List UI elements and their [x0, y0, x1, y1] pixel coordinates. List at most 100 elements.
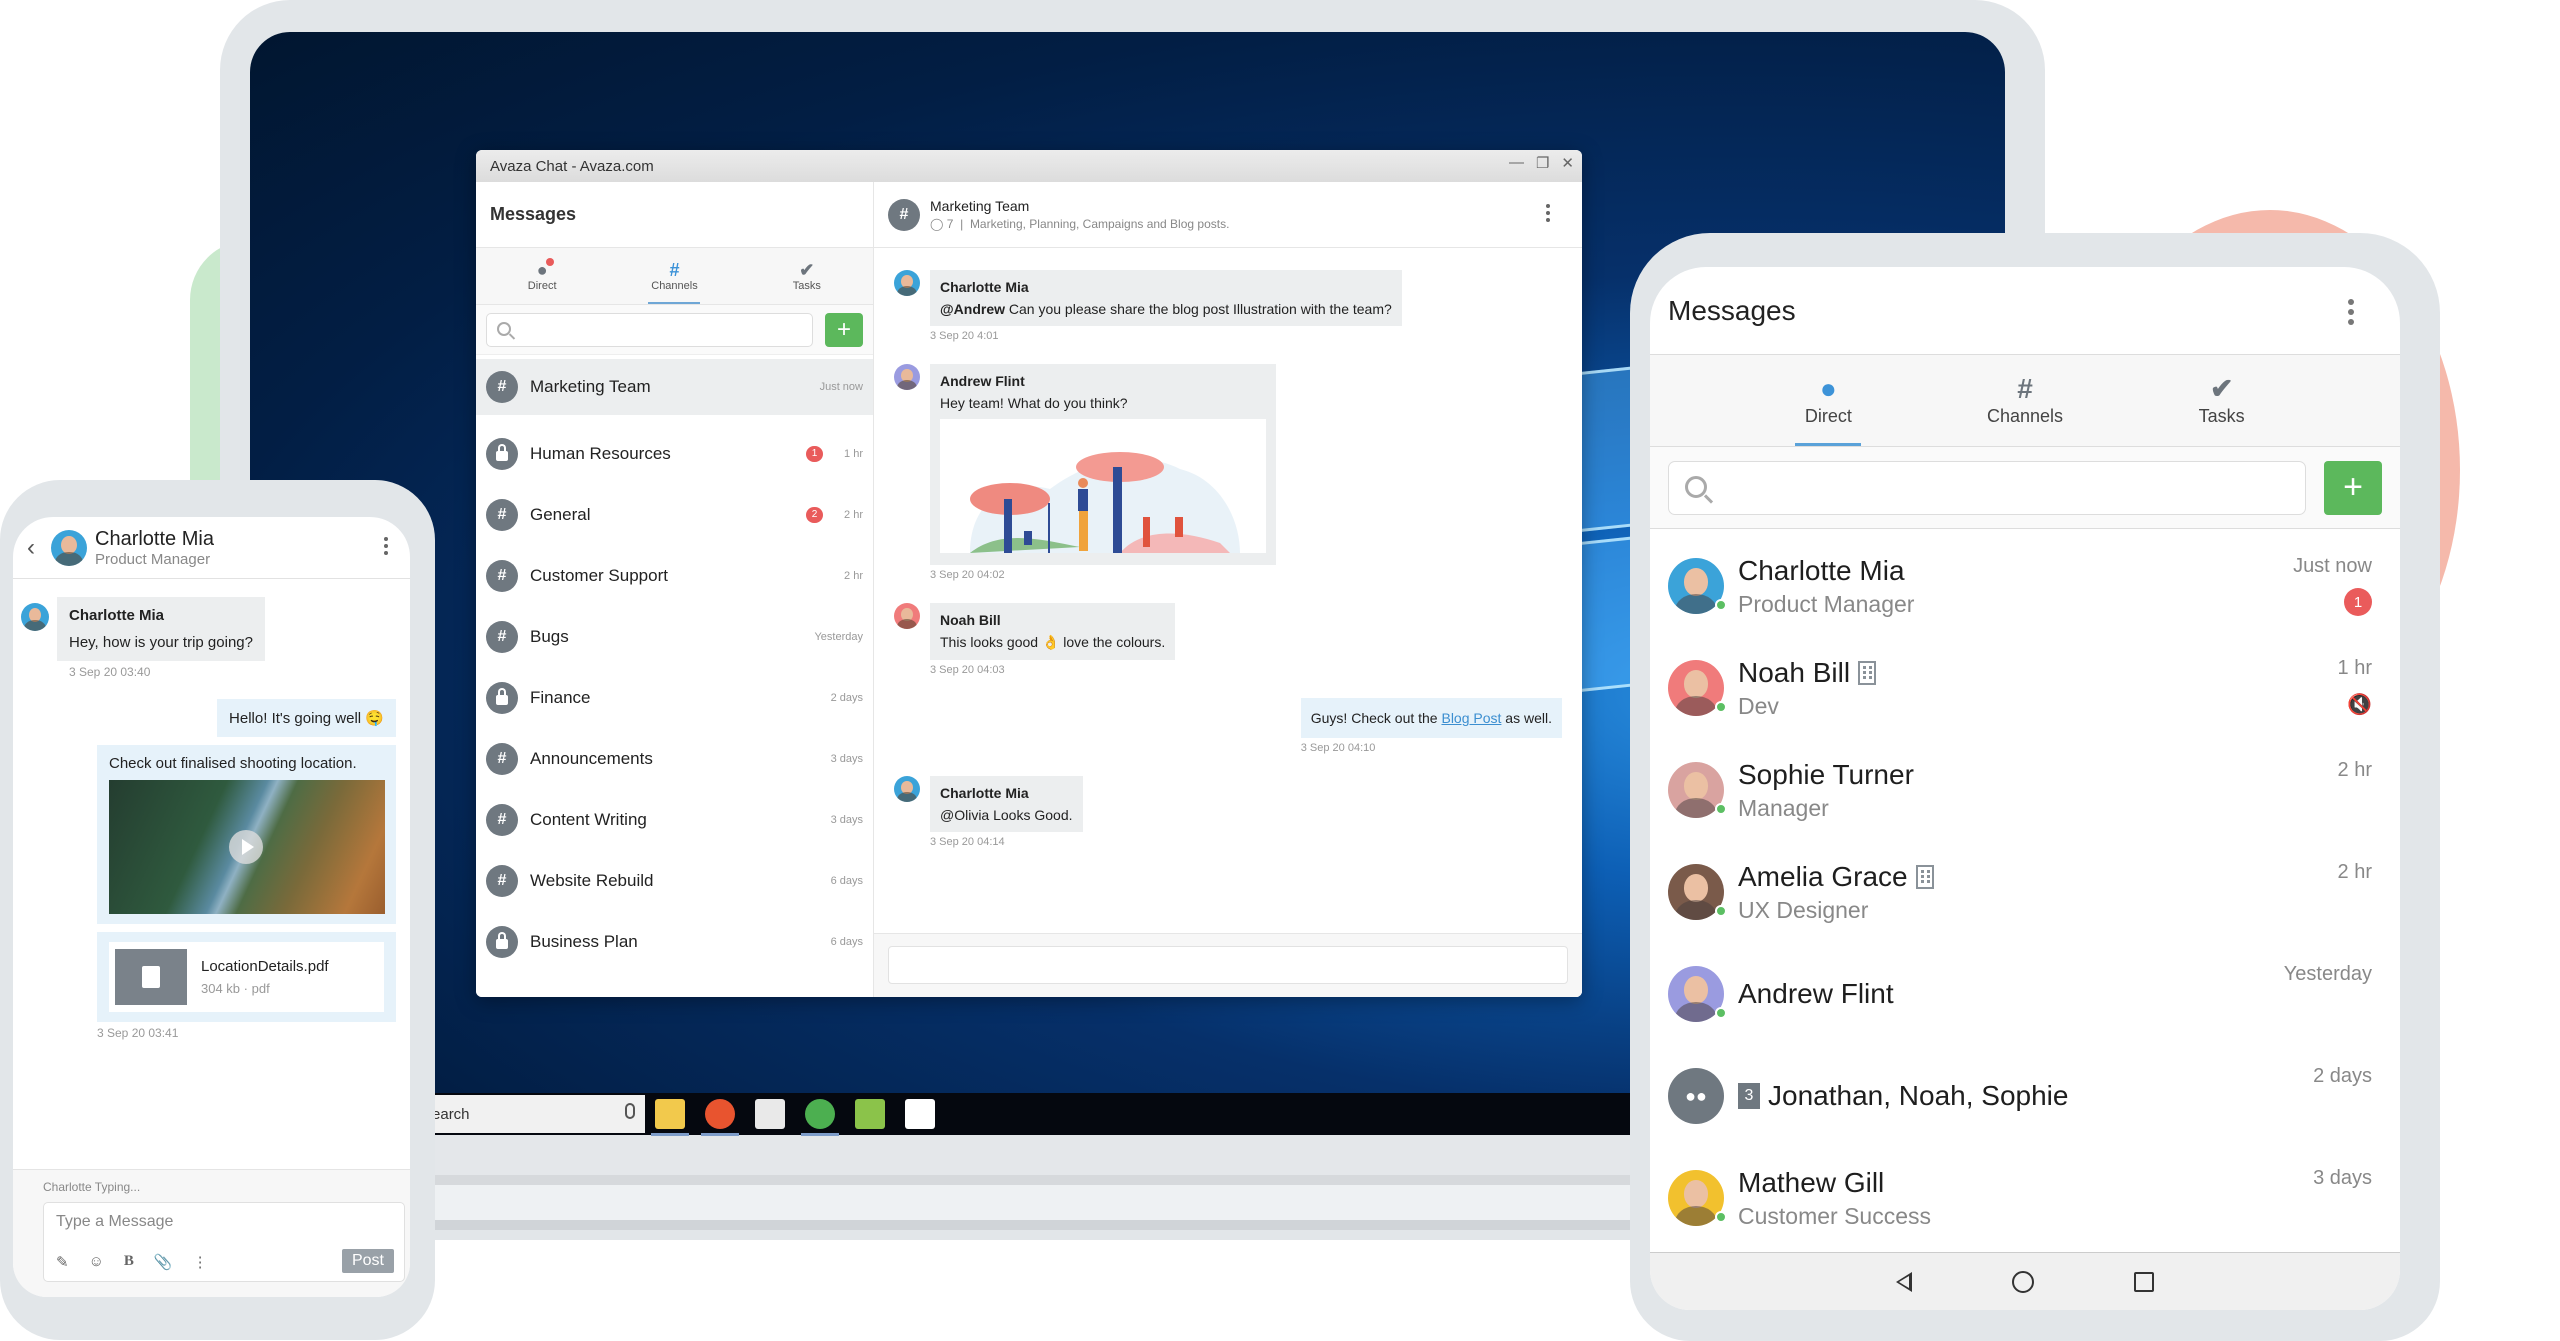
- avatar: [1668, 1170, 1727, 1226]
- group-icon: ●●: [1668, 1068, 1724, 1124]
- contact-item[interactable]: Charlotte Mia Product Manager Just now 1: [1650, 535, 2400, 637]
- avatar: [1668, 864, 1727, 920]
- contact-time: Just now: [2293, 555, 2372, 577]
- more-options-icon[interactable]: [1546, 204, 1550, 225]
- microphone-icon[interactable]: [625, 1103, 635, 1119]
- channel-item[interactable]: # Content Writing 3 days: [476, 789, 873, 850]
- check-circle-icon: ✔: [799, 260, 815, 280]
- calculator-icon[interactable]: [755, 1099, 785, 1129]
- window-title: Avaza Chat - Avaza.com: [490, 157, 654, 175]
- add-channel-button[interactable]: +: [825, 312, 863, 347]
- channel-item[interactable]: Business Plan 6 days: [476, 911, 873, 972]
- message-text: Hello! It's going well: [229, 710, 362, 727]
- tab-channels[interactable]: # Channels: [1927, 355, 2124, 446]
- tab-channels[interactable]: # Channels: [608, 248, 740, 304]
- channel-item[interactable]: # Customer Support 2 hr: [476, 545, 873, 606]
- contact-search-input[interactable]: [1668, 460, 2306, 515]
- contact-item[interactable]: Mathew Gill Customer Success 3 days: [1650, 1147, 2400, 1249]
- channel-search-input[interactable]: [486, 312, 813, 347]
- more-icon[interactable]: ⋮: [193, 1253, 208, 1271]
- minimize-icon[interactable]: —: [1509, 154, 1524, 172]
- message: Charlotte Mia @Olivia Looks Good. 3 Sep …: [894, 776, 1562, 848]
- more-options-icon[interactable]: [2348, 299, 2354, 329]
- message-body: Can you please share the blog post Illus…: [1005, 301, 1392, 317]
- message-author: Andrew Flint: [940, 373, 1025, 389]
- file-card[interactable]: LocationDetails.pdf 304 kb · pdf: [109, 942, 384, 1012]
- channel-description: Marketing, Planning, Campaigns and Blog …: [969, 217, 1230, 231]
- hash-icon: #: [486, 742, 518, 775]
- bold-icon[interactable]: B: [124, 1253, 134, 1271]
- hash-icon: #: [486, 559, 518, 592]
- channel-item[interactable]: # Bugs Yesterday: [476, 606, 873, 667]
- contact-item[interactable]: Sophie Turner Manager 2 hr: [1650, 739, 2400, 841]
- sidebar-tabs: ● Direct # Channels ✔ Tasks: [476, 248, 873, 305]
- contact-time: 3 days: [2313, 1167, 2372, 1189]
- notepad-icon[interactable]: [855, 1099, 885, 1129]
- back-icon[interactable]: ‹: [27, 534, 43, 562]
- channel-item[interactable]: # Announcements 3 days: [476, 728, 873, 789]
- contact-item[interactable]: Noah Bill Dev 1 hr 🔇: [1650, 637, 2400, 739]
- contact-role: Manager: [1738, 794, 1829, 821]
- channel-item[interactable]: Finance 2 days: [476, 667, 873, 728]
- member-count: 7: [946, 217, 954, 231]
- channel-item[interactable]: # Marketing Team Just now: [476, 359, 873, 415]
- contact-item[interactable]: Andrew Flint Yesterday: [1650, 943, 2400, 1045]
- avatar: [894, 776, 920, 802]
- message-body: This looks good: [940, 634, 1042, 650]
- contact-item[interactable]: Amelia Grace UX Designer 2 hr: [1650, 841, 2400, 943]
- users-icon: ●: [537, 258, 554, 280]
- evernote-icon[interactable]: [905, 1099, 935, 1129]
- taskbar-search[interactable]: Search: [420, 1095, 645, 1133]
- user-icon: ●: [1819, 373, 1837, 404]
- tab-direct[interactable]: ● Direct: [1730, 355, 1927, 446]
- unread-badge: 1: [806, 445, 823, 462]
- park-illustration: [970, 452, 1240, 553]
- channel-time: 6 days: [830, 935, 863, 948]
- tab-tasks[interactable]: ✔ Tasks: [741, 248, 873, 304]
- channel-time: 3 days: [830, 813, 863, 826]
- contact-role: Product Manager: [1738, 590, 1915, 617]
- chat-header: # Marketing Team ◯ 7 | Marketing, Planni…: [874, 182, 1582, 248]
- add-conversation-button[interactable]: +: [2324, 460, 2382, 515]
- check-circle-icon: ✔: [2209, 373, 2234, 404]
- blog-post-link[interactable]: Blog Post: [1441, 710, 1501, 726]
- message-mine: Guys! Check out the Blog Post as well. 3…: [894, 698, 1562, 754]
- more-options-icon[interactable]: [384, 537, 388, 558]
- nav-home-icon[interactable]: [2012, 1270, 2034, 1293]
- tab-direct[interactable]: ● Direct: [476, 248, 608, 304]
- channel-item[interactable]: Human Resources 1 1 hr: [476, 423, 873, 484]
- play-icon[interactable]: [229, 830, 263, 864]
- avatar: [21, 603, 49, 631]
- window-title-bar[interactable]: Avaza Chat - Avaza.com — ❐ ✕: [476, 150, 1582, 182]
- tab-tasks[interactable]: ✔ Tasks: [2123, 355, 2320, 446]
- restore-icon[interactable]: ❐: [1536, 154, 1549, 172]
- contact-name: Andrew Flint: [1738, 978, 1894, 1009]
- contact-name-row: 3 Jonathan, Noah, Sophie: [1738, 1080, 2382, 1112]
- nav-back-icon[interactable]: [1896, 1271, 1912, 1292]
- input-placeholder: Type a Message: [56, 1213, 174, 1230]
- channel-item[interactable]: # General 2 2 hr: [476, 484, 873, 545]
- attach-icon[interactable]: 📎: [154, 1253, 173, 1271]
- message-input[interactable]: Type a Message ✎ ☺ B 📎 ⋮ Post: [43, 1202, 405, 1282]
- emoji: 🤤: [365, 710, 384, 727]
- shared-illustration-image[interactable]: [940, 419, 1266, 553]
- channel-item[interactable]: # Website Rebuild 6 days: [476, 850, 873, 911]
- online-status-dot: [1715, 599, 1727, 611]
- close-icon[interactable]: ✕: [1561, 154, 1574, 172]
- nav-recent-apps-icon[interactable]: [2134, 1271, 2154, 1292]
- conversation-header: ‹ Charlotte Mia Product Manager: [13, 517, 410, 579]
- channel-name: General: [530, 504, 591, 524]
- mention[interactable]: @Andrew: [940, 301, 1005, 317]
- post-button[interactable]: Post: [341, 1249, 394, 1273]
- chrome-icon[interactable]: [801, 1099, 839, 1136]
- emoji-icon[interactable]: ☺: [89, 1253, 104, 1271]
- contact-item[interactable]: ●● 3 Jonathan, Noah, Sophie 2 days: [1650, 1045, 2400, 1147]
- building-icon: [1858, 660, 1877, 685]
- firefox-icon[interactable]: [701, 1099, 739, 1136]
- edit-icon[interactable]: ✎: [56, 1253, 69, 1271]
- message-input[interactable]: [888, 946, 1568, 984]
- contact-time: 2 days: [2313, 1065, 2372, 1087]
- message-bubble: Hello! It's going well 🤤: [217, 699, 396, 737]
- video-thumbnail[interactable]: [109, 780, 385, 914]
- file-explorer-icon[interactable]: [651, 1099, 689, 1136]
